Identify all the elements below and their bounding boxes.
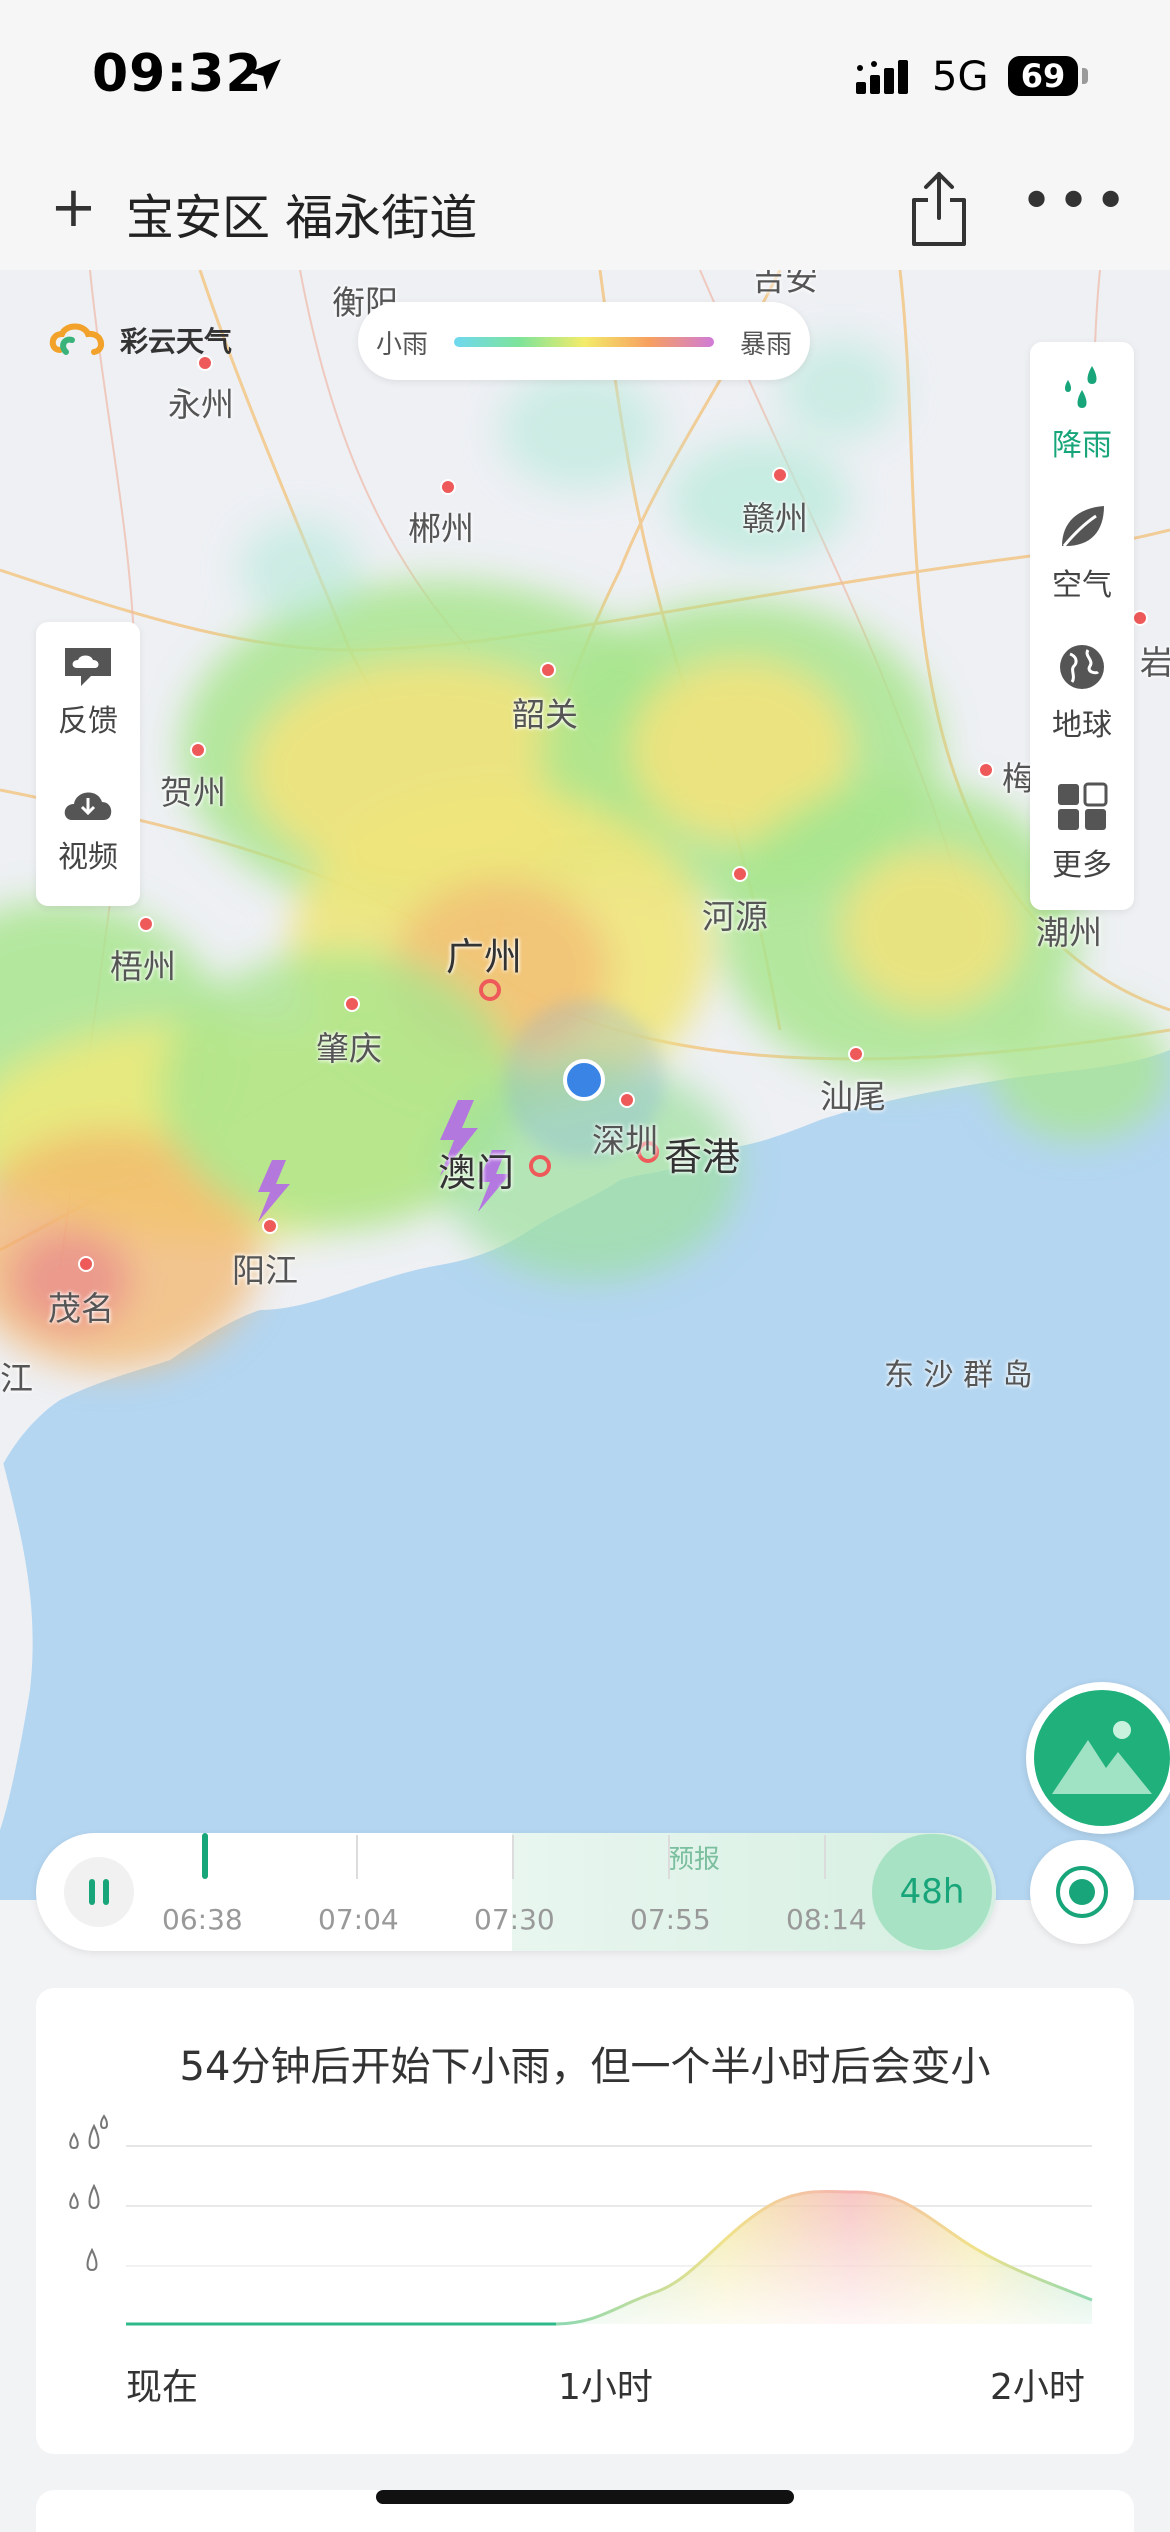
location-arrow-icon xyxy=(249,59,281,90)
signal-icon xyxy=(856,60,908,94)
cloud-logo-icon xyxy=(49,323,105,355)
map-base xyxy=(0,270,1170,1830)
x-axis-label: 2小时 xyxy=(990,2367,1085,2408)
forecast-label: 预报 xyxy=(668,1845,721,1875)
timeline-time: 07:55 xyxy=(630,1903,711,1936)
city-label: 澳门 xyxy=(438,1151,515,1195)
nav-bar: + 宝安区 福永街道 ••• xyxy=(0,150,1170,270)
air-layer-button[interactable]: 空气 xyxy=(1030,502,1134,604)
city-label: 东 沙 群 岛 xyxy=(884,1358,1033,1393)
timeline-time: 07:30 xyxy=(474,1903,555,1936)
globe-icon xyxy=(1060,645,1104,689)
more-options-button[interactable]: ••• xyxy=(1020,174,1131,230)
timeline-time: 07:04 xyxy=(318,1903,399,1936)
rain-label: 降雨 xyxy=(1052,428,1112,463)
target-icon xyxy=(1056,1866,1108,1918)
home-indicator[interactable] xyxy=(376,2490,794,2504)
x-axis-label: 现在 xyxy=(126,2367,199,2408)
pause-icon xyxy=(89,1879,95,1905)
more-layers-button[interactable]: 更多 xyxy=(1030,782,1134,884)
city-label: 肇庆 xyxy=(316,1029,382,1068)
heavy-rain-level-icon xyxy=(69,2114,108,2150)
globe-button[interactable]: 地球 xyxy=(1030,642,1134,744)
city-label: 梧州 xyxy=(110,947,176,986)
city-label: 韶关 xyxy=(512,695,578,734)
city-label: 江 xyxy=(0,1359,33,1398)
moderate-rain-level-icon xyxy=(69,2183,100,2210)
city-label: 广州 xyxy=(446,935,523,979)
city-label: 茂名 xyxy=(48,1289,114,1328)
location-title[interactable]: 宝安区 福永街道 xyxy=(126,178,477,248)
globe-label: 地球 xyxy=(1052,708,1112,743)
pause-icon-bar xyxy=(103,1879,109,1905)
x-axis-label: 1小时 xyxy=(558,2367,653,2408)
left-toolbar: 反馈 视频 xyxy=(36,622,140,906)
scenery-button[interactable] xyxy=(1026,1682,1170,1834)
grid-icon xyxy=(1058,782,1108,830)
legend-gradient xyxy=(454,337,714,347)
download-cloud-icon xyxy=(64,792,112,820)
city-label: 阳江 xyxy=(232,1251,298,1290)
city-label: 河源 xyxy=(702,897,768,936)
mountain-icon xyxy=(1034,1690,1170,1826)
city-label: 贺州 xyxy=(160,773,226,812)
feedback-cloud-icon xyxy=(65,648,111,686)
status-bar: 09:32 5G 69 xyxy=(0,0,1170,150)
light-rain-level-icon xyxy=(86,2247,98,2272)
city-label: 岩 xyxy=(1140,643,1170,682)
status-time: 09:32 xyxy=(92,44,263,104)
radar-map[interactable]: 衡阳 永州 郴州 赣州 韶关 贺州 梧州 河源 梅 潮州 广州 肇庆 汕尾 深圳… xyxy=(0,270,1170,1900)
feedback-label: 反馈 xyxy=(58,704,118,739)
video-button[interactable]: 视频 xyxy=(36,784,140,876)
share-icon[interactable] xyxy=(904,168,974,250)
feedback-button[interactable]: 反馈 xyxy=(36,644,140,740)
legend-min-label: 小雨 xyxy=(376,330,429,360)
timeline-tick xyxy=(824,1835,826,1879)
timeline-time: 06:38 xyxy=(162,1903,243,1936)
city-label: 吉安 xyxy=(752,270,818,298)
range-48h-button[interactable]: 48h xyxy=(872,1834,992,1950)
right-toolbar: 降雨 空气 地球 更多 xyxy=(1030,342,1134,910)
city-label: 深圳 xyxy=(592,1121,658,1160)
battery-level: 69 xyxy=(1008,56,1078,96)
radar-timeline[interactable]: 预报 06:38 07:04 07:30 07:55 08:14 xyxy=(36,1833,996,1951)
brand-name: 彩云天气 xyxy=(120,325,233,358)
leaf-icon xyxy=(1062,506,1104,547)
legend-max-label: 暴雨 xyxy=(740,330,793,360)
timeline-cursor[interactable] xyxy=(202,1833,208,1879)
add-location-button[interactable]: + xyxy=(50,180,97,236)
timeline-tick xyxy=(512,1835,514,1879)
rain-drops-icon xyxy=(1065,366,1097,408)
city-label: 赣州 xyxy=(742,499,808,538)
rain-legend: 小雨 暴雨 xyxy=(358,302,810,380)
timeline-time: 08:14 xyxy=(786,1903,867,1936)
air-label: 空气 xyxy=(1052,568,1112,603)
network-type: 5G xyxy=(932,54,989,100)
city-label: 潮州 xyxy=(1036,913,1102,952)
city-label: 郴州 xyxy=(408,509,474,548)
precipitation-forecast-card: 54分钟后开始下小雨，但一个半小时后会变小 现在 1小时 2小时 xyxy=(36,1988,1134,2454)
rain-layer-button[interactable]: 降雨 xyxy=(1030,362,1134,464)
more-label: 更多 xyxy=(1052,848,1112,883)
city-label: 汕尾 xyxy=(820,1077,886,1116)
city-label: 香港 xyxy=(664,1135,741,1179)
brand-logo: 彩云天气 xyxy=(46,320,232,360)
city-label: 永州 xyxy=(168,385,234,424)
pause-button[interactable] xyxy=(64,1857,134,1927)
locate-button[interactable] xyxy=(1030,1840,1134,1944)
timeline-tick xyxy=(356,1835,358,1879)
timeline-tick xyxy=(668,1835,670,1879)
video-label: 视频 xyxy=(58,840,118,875)
battery-nub xyxy=(1082,68,1088,84)
